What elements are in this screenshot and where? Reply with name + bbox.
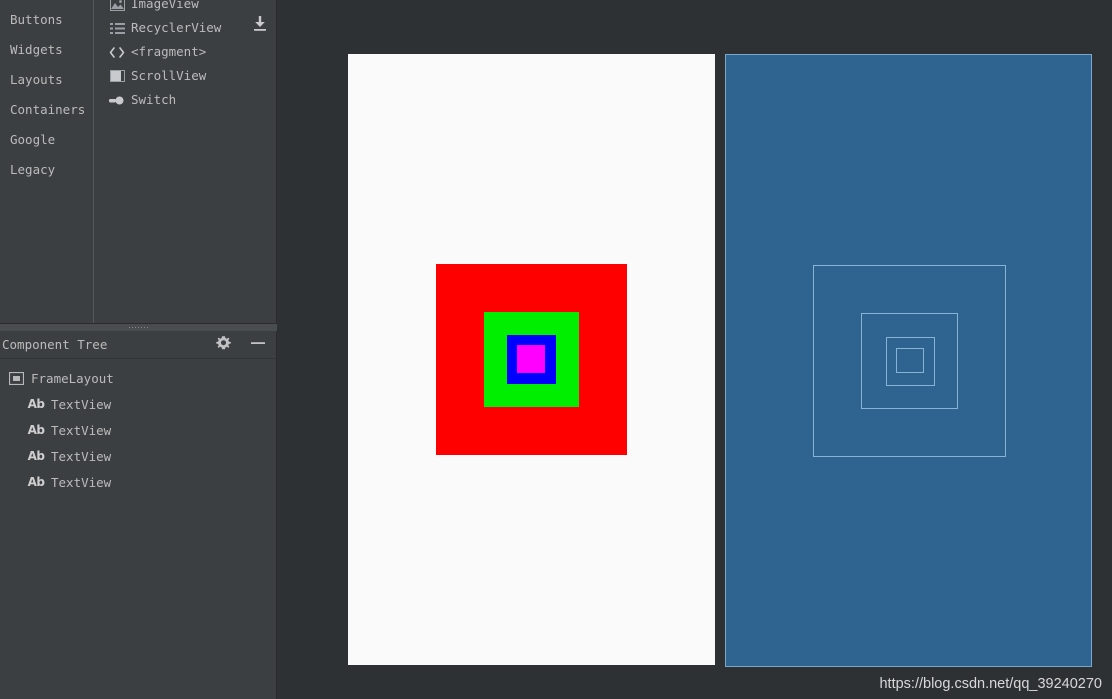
palette-item-label: ImageView xyxy=(131,0,199,11)
palette-category-label: Buttons xyxy=(10,12,63,27)
component-tree-body[interactable]: FrameLayout Ab TextView Ab TextView Ab T… xyxy=(0,359,276,495)
palette-panel: Buttons Widgets Layouts Containers Googl… xyxy=(0,0,277,323)
blueprint-outline-4[interactable] xyxy=(896,348,924,373)
android-studio-layout-editor: Buttons Widgets Layouts Containers Googl… xyxy=(0,0,1112,699)
download-icon[interactable] xyxy=(251,15,269,33)
palette-item-recyclerview[interactable]: RecyclerView xyxy=(95,16,276,40)
tree-node-label: TextView xyxy=(51,474,112,490)
magenta-square[interactable] xyxy=(517,345,545,373)
layout-editor-canvas[interactable] xyxy=(278,0,1112,699)
tree-node-textview[interactable]: Ab TextView xyxy=(0,417,276,443)
palette-item-label: RecyclerView xyxy=(131,19,222,35)
palette-category-label: Google xyxy=(10,132,56,147)
splitter-grip[interactable] xyxy=(127,326,150,329)
palette-category-widgets[interactable]: Widgets xyxy=(0,35,93,65)
tree-node-textview[interactable]: Ab TextView xyxy=(0,391,276,417)
tree-node-label: TextView xyxy=(51,396,112,412)
ab-icon: Ab xyxy=(27,475,45,489)
gear-icon[interactable] xyxy=(215,335,232,356)
palette-item-switch[interactable]: Switch xyxy=(95,88,276,112)
component-tree-title: Component Tree xyxy=(2,337,108,352)
scrollview-icon xyxy=(109,68,125,84)
palette-item-label: ScrollView xyxy=(131,67,207,83)
palette-category-google[interactable]: Google xyxy=(0,125,93,155)
ab-icon: Ab xyxy=(27,423,45,437)
palette-item-imageview[interactable]: ImageView xyxy=(95,0,276,16)
palette-category-label: Widgets xyxy=(10,42,63,57)
palette-category-buttons[interactable]: Buttons xyxy=(0,5,93,35)
tree-node-textview[interactable]: Ab TextView xyxy=(0,469,276,495)
ab-icon: Ab xyxy=(27,449,45,463)
palette-category-legacy[interactable]: Legacy xyxy=(0,155,93,185)
palette-category-label: Legacy xyxy=(10,162,56,177)
component-tree-panel: Component Tree FrameLayout Ab TextView A… xyxy=(0,331,277,699)
palette-item-scrollview[interactable]: ScrollView xyxy=(95,64,276,88)
palette-category-layouts[interactable]: Layouts xyxy=(0,65,93,95)
tree-node-framelayout[interactable]: FrameLayout xyxy=(0,365,276,391)
panel-splitter[interactable] xyxy=(0,323,277,331)
component-tree-header: Component Tree xyxy=(0,331,276,359)
watermark-url: https://blog.csdn.net/qq_39240270 xyxy=(879,676,1102,692)
palette-category-list[interactable]: Buttons Widgets Layouts Containers Googl… xyxy=(0,0,94,323)
tree-node-label: TextView xyxy=(51,422,112,438)
list-icon xyxy=(109,20,125,36)
tree-node-textview[interactable]: Ab TextView xyxy=(0,443,276,469)
palette-category-containers[interactable]: Containers xyxy=(0,95,93,125)
palette-item-fragment[interactable]: <fragment> xyxy=(95,40,276,64)
component-tree-actions xyxy=(215,331,266,359)
ab-icon: Ab xyxy=(27,397,45,411)
tree-node-label: FrameLayout xyxy=(31,370,114,386)
design-view-surface[interactable] xyxy=(348,54,715,665)
minimize-icon[interactable] xyxy=(250,335,266,355)
framelayout-icon xyxy=(8,370,24,386)
palette-category-label: Layouts xyxy=(10,72,63,87)
blueprint-view-surface[interactable] xyxy=(725,54,1092,667)
switch-icon xyxy=(109,92,125,108)
code-brackets-icon xyxy=(109,44,125,60)
palette-item-label: <fragment> xyxy=(131,43,207,59)
image-icon xyxy=(109,0,125,12)
tree-node-label: TextView xyxy=(51,448,112,464)
palette-category-label: Containers xyxy=(10,102,86,117)
palette-item-list[interactable]: ImageView RecyclerView <fragment> Scroll… xyxy=(95,0,276,323)
palette-item-label: Switch xyxy=(131,91,177,107)
